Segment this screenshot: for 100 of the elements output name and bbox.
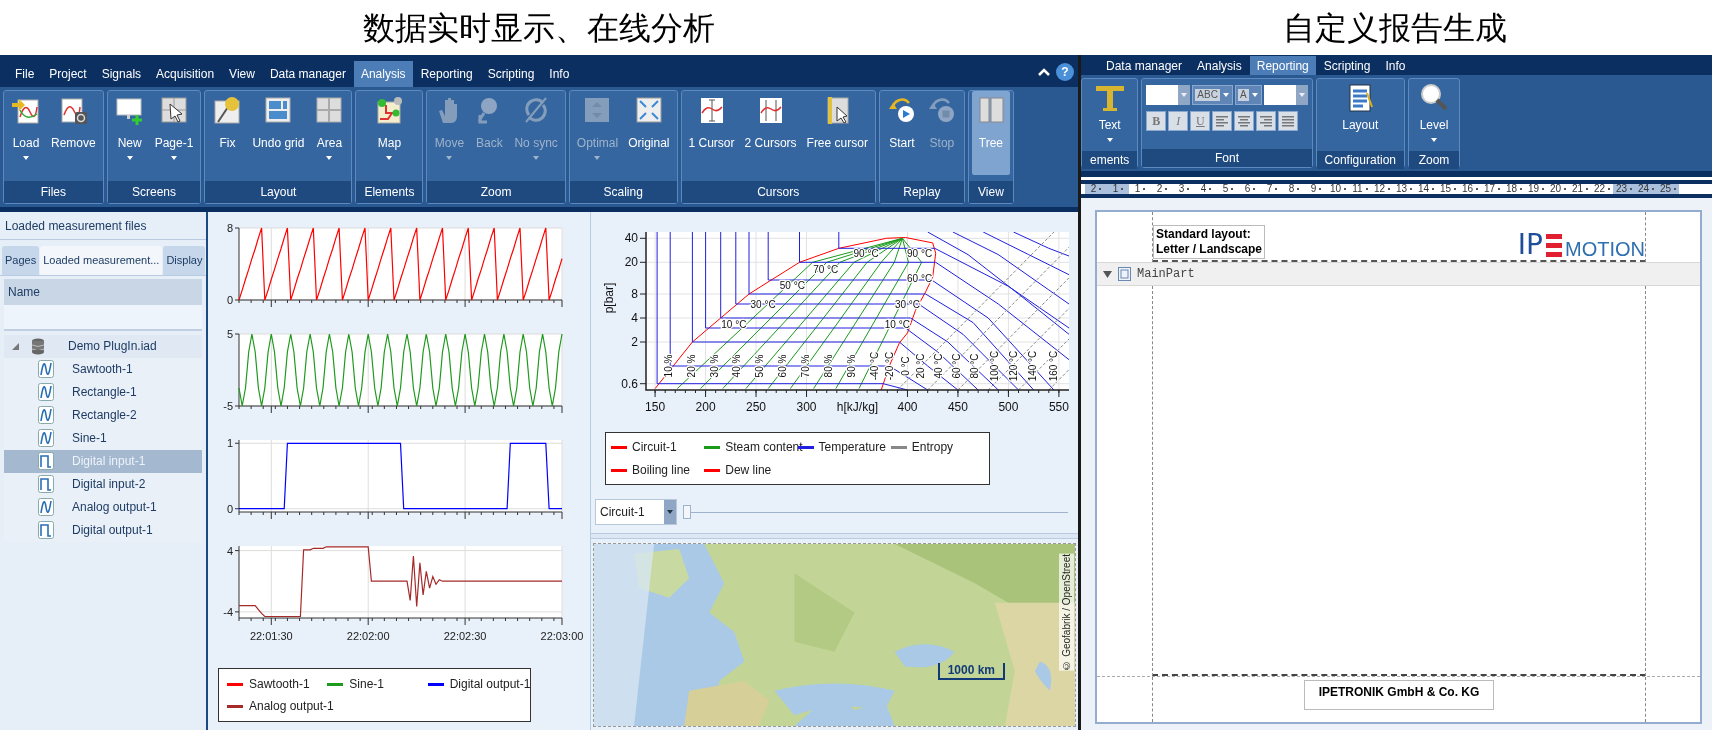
curve-label: 30 °C [750,299,776,311]
format-button[interactable]: I [1168,111,1189,131]
pulse-wave-icon [38,475,54,493]
align-button[interactable] [1212,111,1233,131]
group-label: Files [4,181,103,203]
menu-tab[interactable]: Acquisition [149,61,222,87]
ribbon-button[interactable]: Load [7,91,45,175]
color-dropdown[interactable]: ABC [1192,85,1233,105]
menu-tab[interactable]: Scripting [1316,56,1378,75]
ribbon-button[interactable]: Map [370,91,409,175]
font-combo[interactable] [1146,85,1191,105]
ribbon-button[interactable]: Text [1088,79,1131,151]
tick-label: 22:01:30 [249,630,293,642]
map-scale-bar: 1000 km [937,663,1005,680]
ribbon-button[interactable]: Fix [208,91,247,175]
panel-tab[interactable]: Display [163,246,206,275]
menu-tab[interactable]: Scripting [480,61,542,87]
curve-label: 20 % [685,354,697,378]
curve-label: 10 °C [721,319,747,331]
ruler-number: 25 [1659,184,1672,194]
tick-label: 300 [796,400,817,414]
ribbon-button[interactable]: Original [624,91,674,175]
pin-icon [212,95,243,125]
menu-tab[interactable]: Project [42,61,94,87]
group-label: ements [1082,151,1138,169]
ruler-number: 4 [1200,184,1207,194]
menu-tab[interactable]: Data manager [1099,56,1190,75]
menu-tab[interactable]: Data manager [262,61,353,87]
group-label: Scaling [569,181,677,203]
format-button[interactable]: U [1190,111,1211,131]
group-label: Layout [205,181,352,203]
menu-tab[interactable]: Signals [94,61,149,87]
caret-icon [1297,92,1306,98]
slider[interactable] [683,505,1068,519]
pulse-wave-icon [38,521,54,539]
menu-tab[interactable]: Info [1378,56,1413,75]
circuit-dropdown[interactable]: Circuit-1 [595,499,677,525]
header-text: Standard layout: [1156,227,1252,242]
ribbon-button[interactable]: Free cursor [802,91,872,175]
tick-label: 450 [947,400,968,414]
curve-label: 100 °C [988,350,1000,382]
group-label: Zoom [427,181,565,203]
curve-label: 10 % [662,354,674,378]
tree-label: Demo PlugIn.iad [68,338,157,355]
curve-label: 90 % [846,354,858,378]
curve-label: 60 °C [951,353,963,379]
grid-cursor-icon [159,95,190,125]
format-button[interactable]: B [1146,111,1167,131]
ribbon-button[interactable]: New [110,91,149,175]
ruler-number: 15 [1439,184,1452,194]
curve-label: 30 % [709,354,721,378]
ribbon-button[interactable]: Area [310,91,349,175]
ruler-number: 22 [1593,184,1606,194]
curve-label: 90 °C [907,247,933,259]
header-text: Letter / Landscape [1156,242,1263,257]
sine-wave-icon [38,360,54,378]
ruler-number: 1 [1112,184,1119,194]
magnifier-icon [1419,83,1449,113]
tree-row[interactable]: Demo PlugIn.iad [4,334,202,358]
menu-tab[interactable]: Reporting [413,61,480,87]
sine-wave-icon [38,406,54,424]
ribbon-button[interactable]: Start [882,91,921,175]
ribbon-button[interactable]: 2 Cursors [740,91,801,175]
tick-label: 4 [631,311,638,325]
chart-trash-icon [58,95,89,125]
ribbon-button[interactable]: 1 Cursor [684,91,739,175]
align-button[interactable] [1278,111,1299,131]
tree-label: Analog output-1 [72,499,157,516]
ribbon-button[interactable]: Undo grid [248,91,309,175]
menu-tab[interactable]: Info [542,61,577,87]
tick-label: 400 [897,400,918,414]
menu-tab[interactable]: Analysis [353,61,413,87]
filter-field[interactable] [4,304,202,331]
align-button[interactable] [1256,111,1277,131]
replay-stop-icon [926,95,957,125]
curve-label: -20 °C [883,351,895,381]
menu-tab[interactable]: File [8,61,42,87]
menu-tab[interactable]: Analysis [1190,56,1249,75]
ribbon-button[interactable]: Page-1 [150,91,198,175]
ruler-number: 8 [1288,184,1295,194]
menu-tab[interactable]: Reporting [1249,56,1316,75]
font-combo[interactable] [1263,85,1308,105]
ruler-number: 2 [1156,184,1163,194]
ribbon-button[interactable]: Layout [1336,79,1385,151]
logo-text: MOTION [1565,239,1645,259]
curve-label: 20 °C [915,353,927,379]
panel-tab[interactable]: Loaded measurement... [40,246,163,275]
ribbon-button[interactable]: Level [1413,79,1455,151]
ribbon-button[interactable]: Remove [47,91,100,175]
help-button[interactable]: ? [1056,63,1074,81]
slider-thumb[interactable] [683,505,691,519]
panel-tab[interactable]: Pages [2,246,40,275]
ruler-number: 18 [1505,184,1518,194]
color-dropdown[interactable]: A [1234,85,1262,105]
menu-tab[interactable]: View [222,61,262,87]
align-button[interactable] [1234,111,1255,131]
map-attribution: © Geofabrik / OpenStreet [1059,554,1074,671]
curve-label: 120 °C [1007,350,1019,382]
caret-icon [1250,92,1259,98]
tick-label: 22:02:00 [346,630,390,642]
